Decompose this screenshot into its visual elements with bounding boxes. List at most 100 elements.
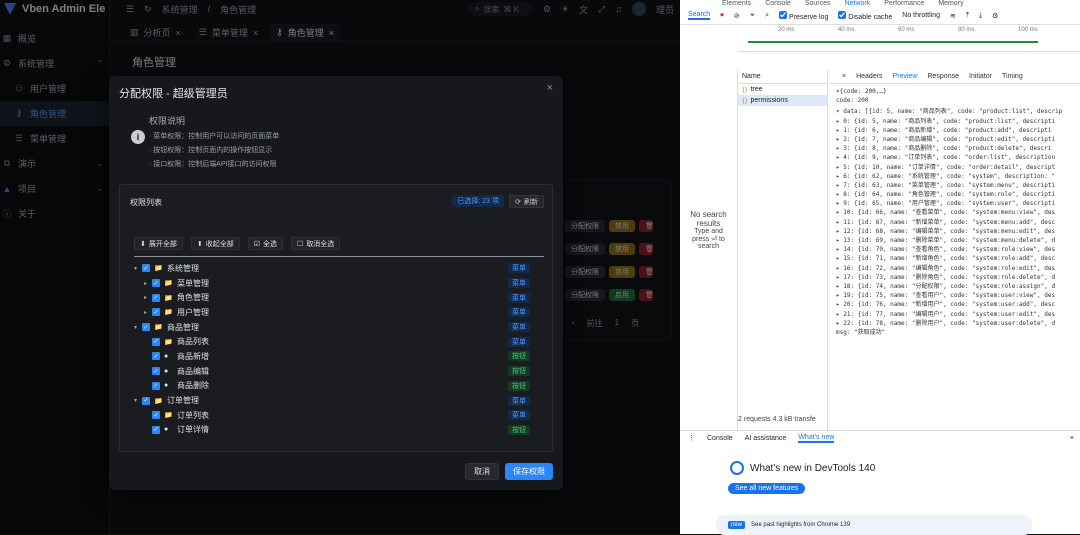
tree-node[interactable]: ▸ ✓ 📁 角色管理 菜单	[120, 290, 554, 305]
json-line[interactable]: ▸ 11: {id: 67, name: "新增菜单", code: "syst…	[830, 217, 1080, 226]
expand-arrow-icon[interactable]: ▾	[134, 397, 142, 404]
json-line[interactable]: ▸ 18: {id: 74, name: "分配权限", code: "syst…	[830, 281, 1080, 290]
json-line[interactable]: ▸ 13: {id: 69, name: "删除菜单", code: "syst…	[830, 235, 1080, 244]
checkbox[interactable]: ✓	[152, 425, 160, 434]
json-line[interactable]: code: 200	[830, 97, 1080, 106]
json-line[interactable]: ▸ 22: {id: 78, name: "删除用户", code: "syst…	[830, 318, 1080, 327]
preserve-log-checkbox[interactable]: Preserve log	[779, 10, 828, 21]
checkbox[interactable]: ✓	[152, 367, 160, 376]
json-line[interactable]: ▸ 3: {id: 8, name: "商品删除", code: "produc…	[830, 143, 1080, 152]
deselect-all-button[interactable]: ☐ 取消全选	[291, 237, 341, 250]
tab-console[interactable]: Console	[707, 435, 733, 442]
drawer-menu-icon[interactable]: ⋮	[688, 434, 695, 442]
record-icon[interactable]: ⏺	[720, 12, 724, 20]
json-line[interactable]: ▸ 8: {id: 64, name: "角色管理", code: "syste…	[830, 189, 1080, 198]
panel-tab[interactable]: Timing	[1002, 73, 1023, 80]
checkbox[interactable]: ✓	[152, 352, 160, 361]
expand-all-button[interactable]: ⬇ 展开全部	[134, 237, 183, 250]
button-node-icon: ●	[164, 382, 169, 390]
json-line[interactable]: ▸ 9: {id: 65, name: "用户管理", code: "syste…	[830, 198, 1080, 207]
checkbox[interactable]: ✓	[152, 279, 160, 288]
devtools-tab[interactable]: Console	[765, 0, 791, 7]
tree-node[interactable]: ✓ 📁 订单列表 菜单	[120, 408, 554, 423]
tree-node[interactable]: ▾ ✓ 📁 系统管理 菜单	[120, 261, 554, 276]
name-header[interactable]: Name	[738, 70, 827, 84]
select-all-button[interactable]: ☑ 全选	[247, 237, 284, 250]
tree-node[interactable]: ▸ ✓ 📁 用户管理 菜单	[120, 305, 554, 320]
settings-icon[interactable]: ⚙	[992, 12, 998, 20]
json-line[interactable]: ▸ 21: {id: 77, name: "编辑用户", code: "syst…	[830, 309, 1080, 318]
tree-node[interactable]: ✓ ● 商品编辑 按钮	[120, 364, 554, 379]
json-line[interactable]: ▸ 7: {id: 63, name: "菜单管理", code: "syste…	[830, 180, 1080, 189]
close-icon[interactable]: ×	[1070, 435, 1074, 442]
tab-whats-new[interactable]: What's new	[798, 434, 835, 443]
json-line[interactable]: ▸ 10: {id: 66, name: "查看菜单", code: "syst…	[830, 207, 1080, 216]
close-icon[interactable]: ×	[842, 73, 846, 80]
json-line[interactable]: ▸ 15: {id: 71, name: "新增角色", code: "syst…	[830, 253, 1080, 262]
json-line[interactable]: ▸ 0: {id: 5, name: "商品列表", code: "produc…	[830, 116, 1080, 125]
clear-icon[interactable]: ⊘	[734, 12, 740, 20]
json-line[interactable]: ▸ 1: {id: 6, name: "商品新增", code: "produc…	[830, 125, 1080, 134]
panel-tab[interactable]: Initiator	[969, 73, 992, 80]
see-all-button[interactable]: See all new features	[728, 483, 806, 494]
json-line[interactable]: ▸ 19: {id: 75, name: "查看用户", code: "syst…	[830, 290, 1080, 299]
download-icon[interactable]: ⤓	[979, 12, 982, 20]
json-line[interactable]: ▸ 20: {id: 76, name: "新增用户", code: "syst…	[830, 299, 1080, 308]
json-line[interactable]: ▸ 2: {id: 7, name: "商品编辑", code: "produc…	[830, 134, 1080, 143]
checkbox[interactable]: ✓	[142, 396, 150, 405]
save-permissions-button[interactable]: 保存权限	[505, 463, 553, 480]
expand-arrow-icon[interactable]: ▸	[144, 309, 152, 316]
highlight-card[interactable]: new See past highlights from Chrome 139	[716, 515, 1032, 535]
close-icon[interactable]: ×	[547, 82, 553, 94]
devtools-tab[interactable]: Performance	[884, 0, 924, 7]
json-line[interactable]: ▸ 17: {id: 73, name: "删除角色", code: "syst…	[830, 272, 1080, 281]
checkbox[interactable]: ✓	[152, 308, 160, 317]
wifi-icon[interactable]: ≋	[950, 12, 956, 20]
json-line[interactable]: ▾{code: 200,…}	[830, 88, 1080, 97]
checkbox[interactable]: ✓	[152, 337, 160, 346]
expand-arrow-icon[interactable]: ▸	[144, 294, 152, 301]
filter-icon[interactable]: ⏷	[750, 12, 756, 20]
json-line[interactable]: ▸ 5: {id: 10, name: "订单详情", code: "order…	[830, 162, 1080, 171]
panel-tab[interactable]: Response	[927, 73, 959, 80]
tree-node[interactable]: ✓ ● 商品新增 按钮	[120, 349, 554, 364]
json-line[interactable]: ▸ 12: {id: 68, name: "编辑菜单", code: "syst…	[830, 226, 1080, 235]
throttle-select[interactable]: No throttling	[902, 12, 940, 19]
collapse-all-button[interactable]: ⬆ 收起全部	[190, 237, 240, 250]
tree-node[interactable]: ✓ ● 商品删除 按钮	[120, 379, 554, 394]
search-tab[interactable]: Search	[688, 11, 711, 20]
json-line[interactable]: ▸ 4: {id: 9, name: "订单列表", code: "order:…	[830, 152, 1080, 161]
request-tree[interactable]: ⟨⟩ tree	[738, 84, 827, 95]
tree-node[interactable]: ▾ ✓ 📁 订单管理 菜单	[120, 393, 554, 408]
json-line[interactable]: ▸ 6: {id: 62, name: "系统管理", code: "syste…	[830, 171, 1080, 180]
panel-tab[interactable]: Preview	[893, 73, 918, 80]
json-line[interactable]: msg: "获取成功"	[830, 327, 1080, 336]
refresh-button[interactable]: ⟳ 刷新	[509, 195, 544, 208]
devtools-tab[interactable]: Elements	[722, 0, 751, 7]
checkbox[interactable]: ✓	[152, 411, 160, 420]
checkbox[interactable]: ✓	[152, 293, 160, 302]
devtools-tab[interactable]: Network	[845, 0, 871, 7]
cancel-button[interactable]: 取消	[465, 463, 499, 480]
tree-node[interactable]: ✓ 📁 商品列表 菜单	[120, 334, 554, 349]
request-permissions[interactable]: ⟨⟩ permissions	[738, 95, 827, 106]
panel-tab[interactable]: Headers	[856, 73, 882, 80]
expand-arrow-icon[interactable]: ▾	[134, 324, 142, 331]
expand-arrow-icon[interactable]: ▾	[134, 265, 142, 272]
search-icon[interactable]: ⌕	[765, 12, 769, 20]
tree-node[interactable]: ✓ ● 订单详情 按钮	[120, 423, 554, 438]
devtools-tab[interactable]: Sources	[805, 0, 831, 7]
disable-cache-checkbox[interactable]: Disable cache	[838, 10, 892, 21]
devtools-tab[interactable]: Memory	[938, 0, 963, 7]
expand-arrow-icon[interactable]: ▸	[144, 280, 152, 287]
json-line[interactable]: ▸ 16: {id: 72, name: "编辑角色", code: "syst…	[830, 263, 1080, 272]
tree-node[interactable]: ▸ ✓ 📁 菜单管理 菜单	[120, 276, 554, 291]
checkbox[interactable]: ✓	[152, 381, 160, 390]
upload-icon[interactable]: ⤒	[966, 12, 969, 20]
checkbox[interactable]: ✓	[142, 323, 150, 332]
checkbox[interactable]: ✓	[142, 264, 150, 273]
json-line[interactable]: ▾ data: [{id: 5, name: "商品列表", code: "pr…	[830, 106, 1080, 115]
json-line[interactable]: ▸ 14: {id: 70, name: "查看角色", code: "syst…	[830, 244, 1080, 253]
tab-ai-assistance[interactable]: AI assistance	[745, 435, 787, 442]
tree-node[interactable]: ▾ ✓ 📁 商品管理 菜单	[120, 320, 554, 335]
